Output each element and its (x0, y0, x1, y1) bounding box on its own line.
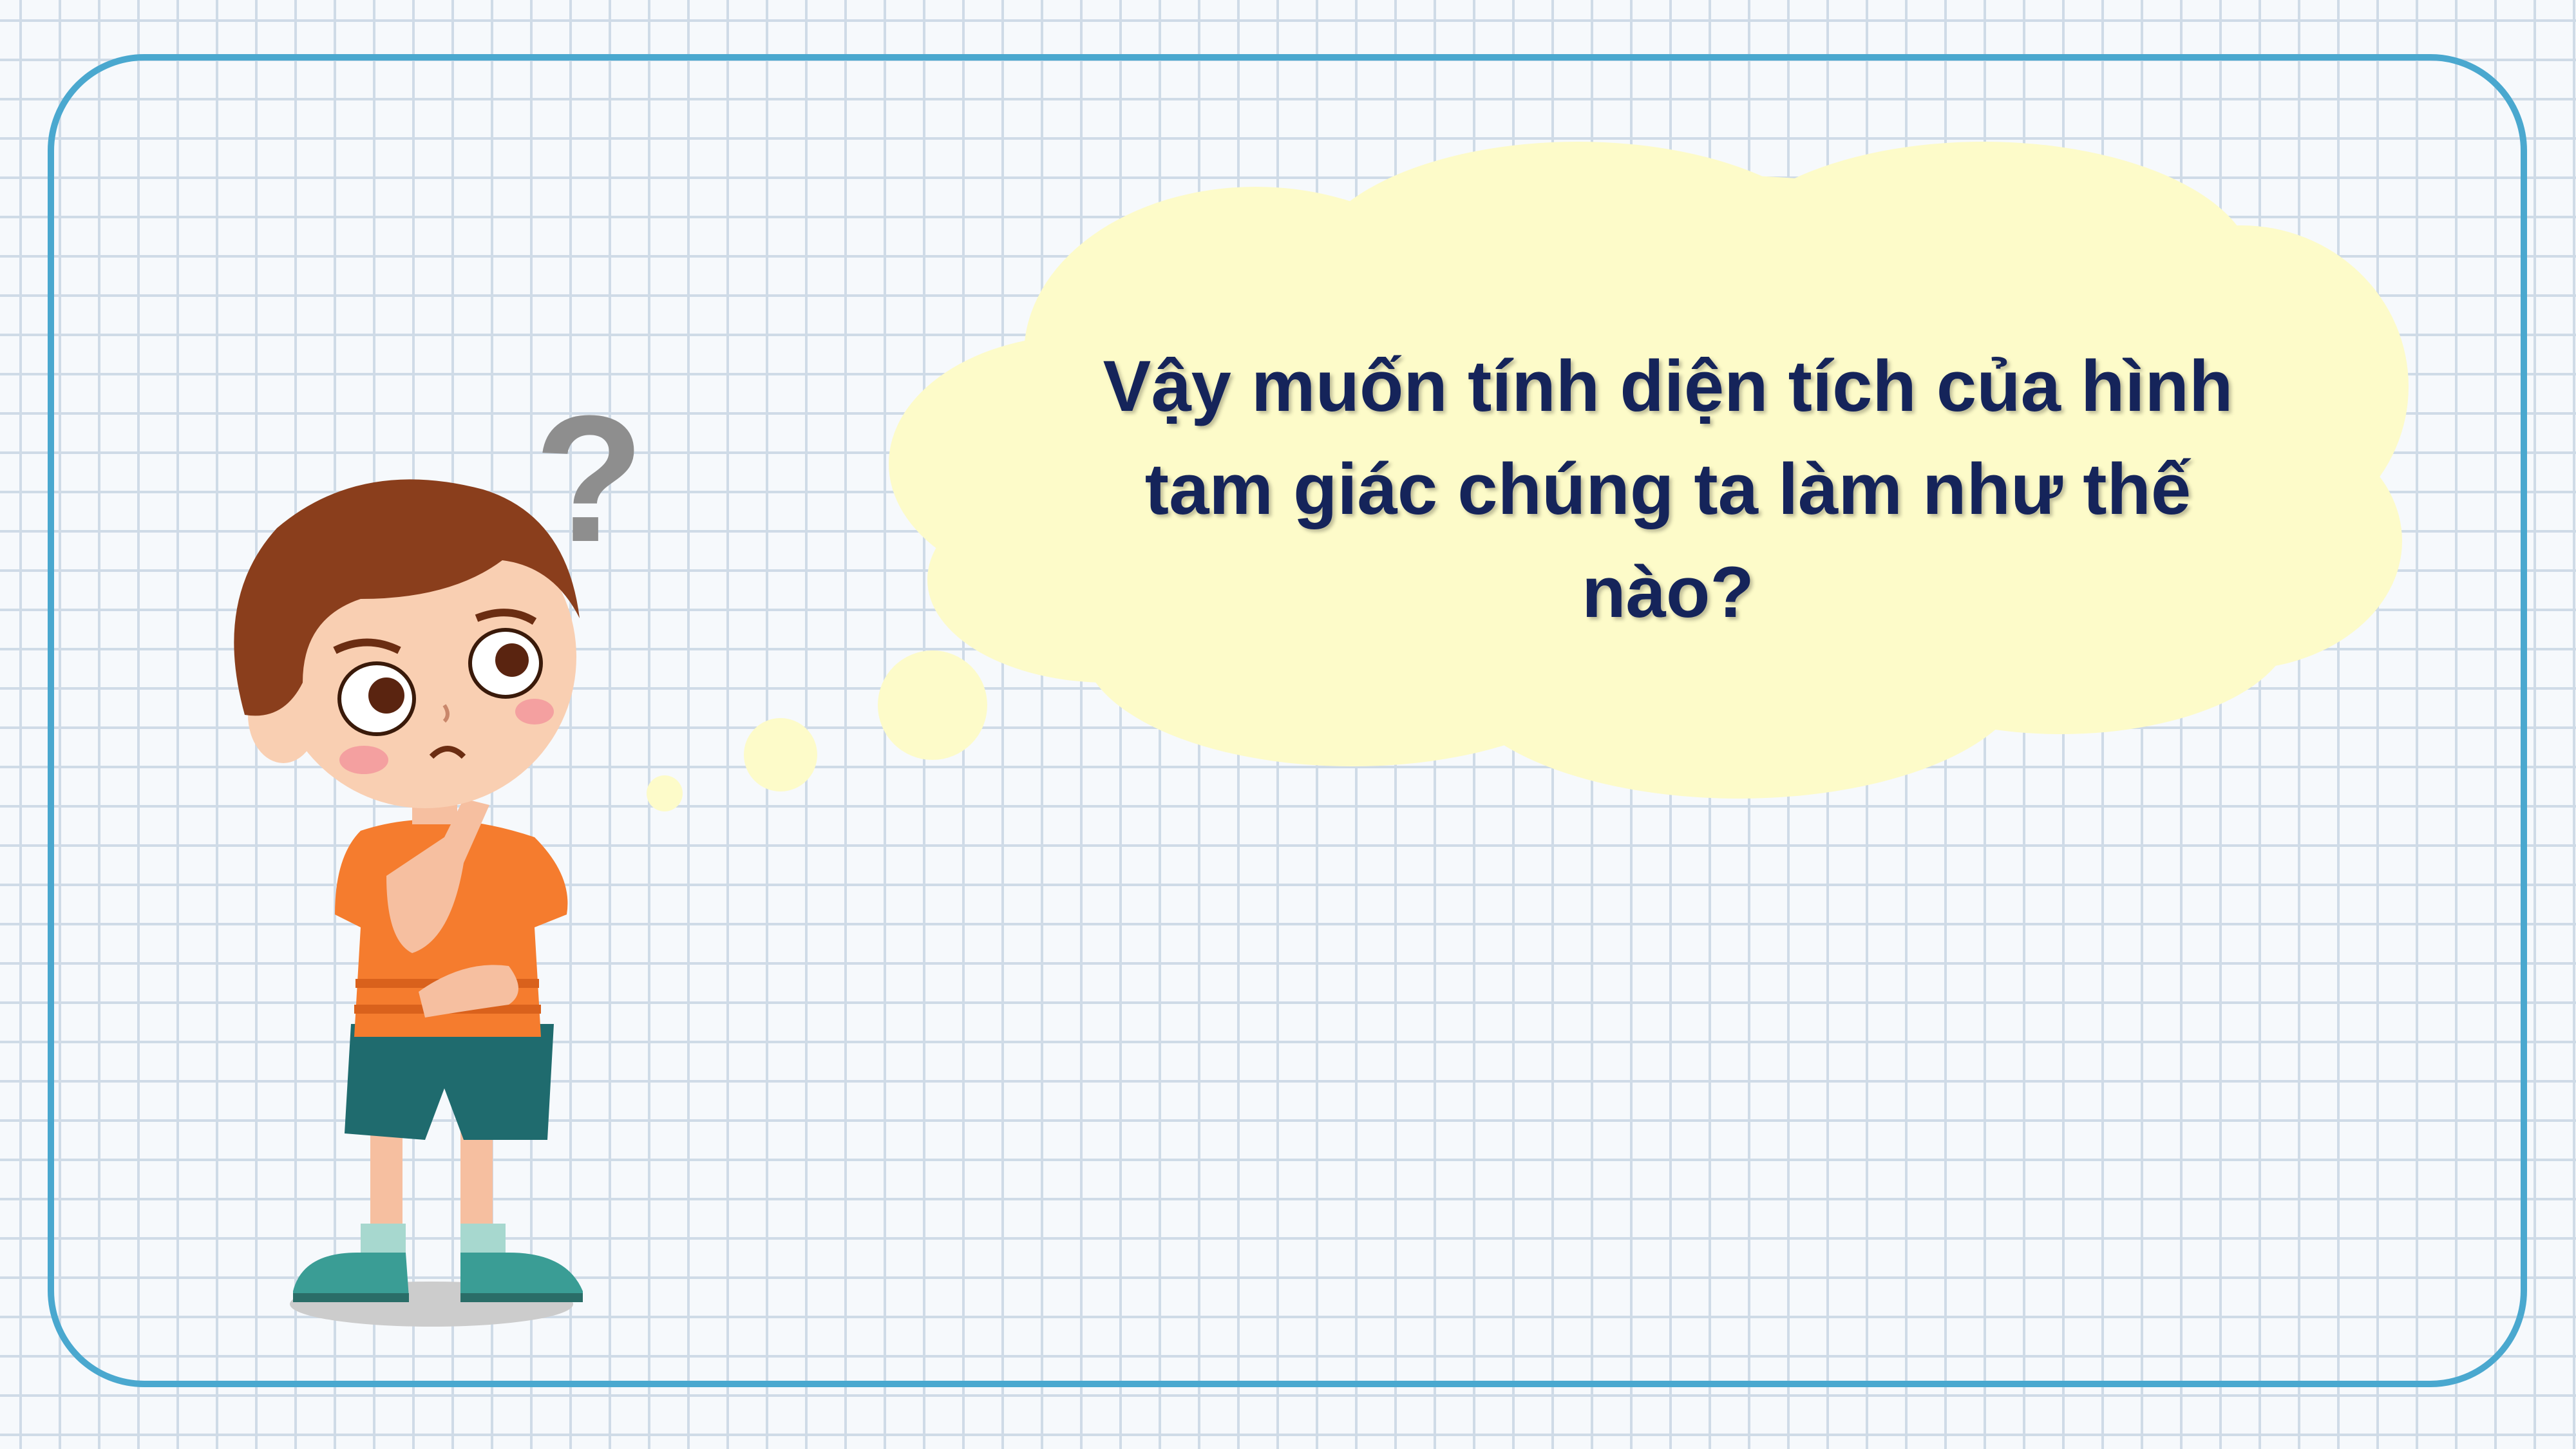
thought-dot-large (878, 650, 987, 760)
thought-dot-medium (744, 718, 817, 791)
question-text: Vậy muốn tính diện tích của hình tam giá… (1103, 346, 2233, 632)
thinking-boy-icon (234, 479, 583, 1327)
slide-illustration: ? (234, 142, 2409, 1327)
thought-dot-small (647, 775, 683, 811)
